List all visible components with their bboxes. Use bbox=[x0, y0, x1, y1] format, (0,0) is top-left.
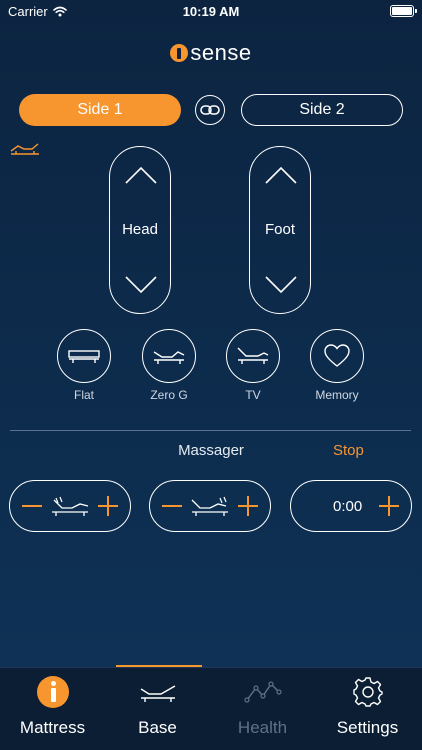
logo-text: sense bbox=[190, 40, 252, 65]
tab-mattress[interactable]: Mattress bbox=[0, 674, 105, 738]
status-bar: Carrier 10:19 AM bbox=[0, 0, 422, 24]
preset-flat-button[interactable] bbox=[57, 329, 111, 383]
preset-zero-g-button[interactable] bbox=[142, 329, 196, 383]
massager-stop-button[interactable]: Stop bbox=[333, 442, 364, 459]
link-icon bbox=[200, 105, 220, 115]
head-label: Head bbox=[122, 221, 158, 238]
foot-up-button[interactable] bbox=[264, 165, 298, 185]
adjustable-bed-indicator-icon bbox=[10, 143, 39, 155]
head-control: Head bbox=[109, 146, 171, 314]
foot-control: Foot bbox=[249, 146, 311, 314]
preset-memory-label: Memory bbox=[315, 388, 359, 402]
head-up-button[interactable] bbox=[124, 165, 158, 185]
gear-icon bbox=[352, 677, 383, 707]
link-sides-button[interactable] bbox=[195, 95, 225, 125]
section-divider bbox=[10, 430, 411, 431]
massage-timer-control: 0:00 bbox=[290, 480, 412, 532]
clock: 10:19 AM bbox=[182, 4, 240, 19]
foot-massage-bed-icon bbox=[191, 496, 228, 516]
tab-settings[interactable]: Settings bbox=[315, 674, 420, 738]
head-massage-plus-button[interactable] bbox=[96, 494, 120, 518]
head-down-button[interactable] bbox=[124, 275, 158, 295]
preset-tv-label: TV bbox=[245, 388, 261, 402]
side-1-button[interactable]: Side 1 bbox=[19, 94, 181, 126]
tab-settings-label: Settings bbox=[336, 718, 399, 737]
tab-bar: Mattress Base Health Settings bbox=[0, 667, 422, 750]
mattress-info-icon bbox=[36, 676, 69, 708]
side-2-button[interactable]: Side 2 bbox=[241, 94, 403, 126]
head-massage-minus-button[interactable] bbox=[20, 494, 44, 518]
preset-memory[interactable]: Memory bbox=[310, 329, 364, 402]
battery-icon bbox=[390, 5, 417, 17]
health-chart-icon bbox=[243, 681, 282, 703]
tv-bed-icon bbox=[237, 347, 269, 364]
head-massage-control bbox=[9, 480, 131, 532]
foot-massage-control bbox=[149, 480, 271, 532]
massage-timer-value: 0:00 bbox=[333, 497, 363, 515]
tab-health[interactable]: Health bbox=[210, 674, 315, 738]
foot-label: Foot bbox=[264, 221, 295, 238]
preset-memory-button[interactable] bbox=[310, 329, 364, 383]
preset-flat-label: Flat bbox=[73, 388, 94, 402]
app-logo: sense bbox=[0, 40, 422, 66]
preset-tv-button[interactable] bbox=[226, 329, 280, 383]
preset-tv[interactable]: TV bbox=[226, 329, 280, 402]
preset-zero-g-label: Zero G bbox=[150, 388, 188, 402]
massage-timer-plus-button[interactable] bbox=[377, 494, 401, 518]
tab-base-label: Base bbox=[138, 718, 177, 737]
foot-massage-plus-button[interactable] bbox=[236, 494, 260, 518]
tab-base[interactable]: Base bbox=[105, 674, 210, 738]
logo-i-icon bbox=[170, 44, 189, 62]
zero-g-bed-icon bbox=[153, 351, 185, 364]
head-massage-bed-icon bbox=[52, 496, 89, 516]
tab-mattress-label: Mattress bbox=[19, 718, 86, 737]
flat-bed-icon bbox=[68, 350, 100, 363]
preset-zero-g[interactable]: Zero G bbox=[142, 329, 196, 402]
heart-icon bbox=[324, 344, 350, 367]
foot-down-button[interactable] bbox=[264, 275, 298, 295]
base-bed-icon bbox=[140, 685, 175, 702]
foot-massage-minus-button[interactable] bbox=[160, 494, 184, 518]
tab-health-label: Health bbox=[237, 718, 288, 737]
preset-flat[interactable]: Flat bbox=[57, 329, 111, 402]
